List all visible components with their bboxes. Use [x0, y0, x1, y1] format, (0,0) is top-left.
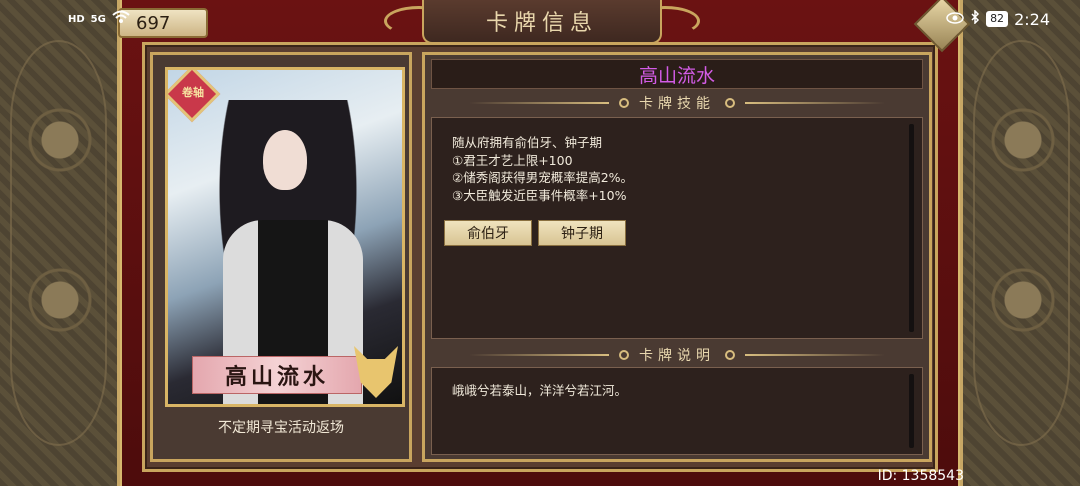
status-left: HD 5G [68, 10, 130, 28]
skill-line: ①君王才艺上限+100 [452, 152, 573, 168]
skills-header-label: 卡牌技能 [639, 96, 715, 112]
ornament-icon [725, 98, 735, 108]
dragon-ornament [10, 40, 107, 446]
right-ornament-panel [960, 0, 1080, 486]
character-face [263, 130, 307, 190]
card-illustration[interactable]: 卷轴 高山流水 [165, 67, 405, 407]
skills-scrollbar[interactable] [909, 124, 914, 332]
skill-line: 随从府拥有俞伯牙、钟子期 [452, 135, 603, 150]
skill-line: ②储秀阁获得男宠概率提高2%。 [452, 170, 634, 185]
network-label: HD [68, 13, 85, 25]
companion-button-yu-boya[interactable]: 俞伯牙 [444, 220, 532, 246]
divider [469, 102, 609, 104]
status-right: 82 2:24 [946, 9, 1050, 29]
divider [745, 102, 885, 104]
skill-line: ③大臣触发近臣事件概率+10% [452, 187, 627, 203]
status-bar: HD 5G 82 2:24 [0, 0, 1080, 38]
card-panel: 卷轴 高山流水 不定期寻宝活动返场 [150, 52, 412, 462]
player-id: ID: 1358543 [877, 468, 964, 484]
card-name-banner: 高山流水 [192, 356, 362, 394]
divider [745, 354, 885, 356]
clock: 2:24 [1014, 9, 1050, 29]
desc-header-label: 卡牌说明 [639, 348, 715, 364]
signal-icon: 5G [90, 13, 106, 25]
ornament-icon [619, 98, 629, 108]
skills-section-header: 卡牌技能 [425, 93, 929, 113]
companion-button-zhong-ziqi[interactable]: 钟子期 [538, 220, 626, 246]
dragon-ornament [973, 40, 1070, 446]
description-box[interactable]: 峨峨兮若泰山，洋洋兮若江河。 [431, 367, 923, 455]
card-source-text: 不定期寻宝活动返场 [218, 420, 344, 436]
left-ornament-panel [0, 0, 120, 486]
info-panel: 高山流水 卡牌技能 随从府拥有俞伯牙、钟子期 ①君王才艺上限+100 ②储秀阁获… [422, 52, 932, 462]
rarity-badge-label: 卷轴 [182, 86, 204, 99]
card-title: 高山流水 [431, 59, 923, 89]
desc-section-header: 卡牌说明 [425, 345, 929, 365]
bluetooth-icon [970, 9, 980, 28]
divider [469, 354, 609, 356]
skills-box[interactable]: 随从府拥有俞伯牙、钟子期 ①君王才艺上限+100 ②储秀阁获得男宠概率提高2%。… [431, 117, 923, 339]
eye-icon [946, 10, 964, 28]
description-text: 峨峨兮若泰山，洋洋兮若江河。 [452, 383, 628, 398]
ornament-icon [619, 350, 629, 360]
description-scrollbar[interactable] [909, 374, 914, 448]
skills-text: 随从府拥有俞伯牙、钟子期 ①君王才艺上限+100 ②储秀阁获得男宠概率提高2%。… [452, 134, 633, 204]
wifi-icon [112, 10, 130, 28]
skill-buttons: 俞伯牙 钟子期 [444, 220, 626, 246]
battery-indicator: 82 [986, 11, 1009, 27]
ornament-icon [725, 350, 735, 360]
